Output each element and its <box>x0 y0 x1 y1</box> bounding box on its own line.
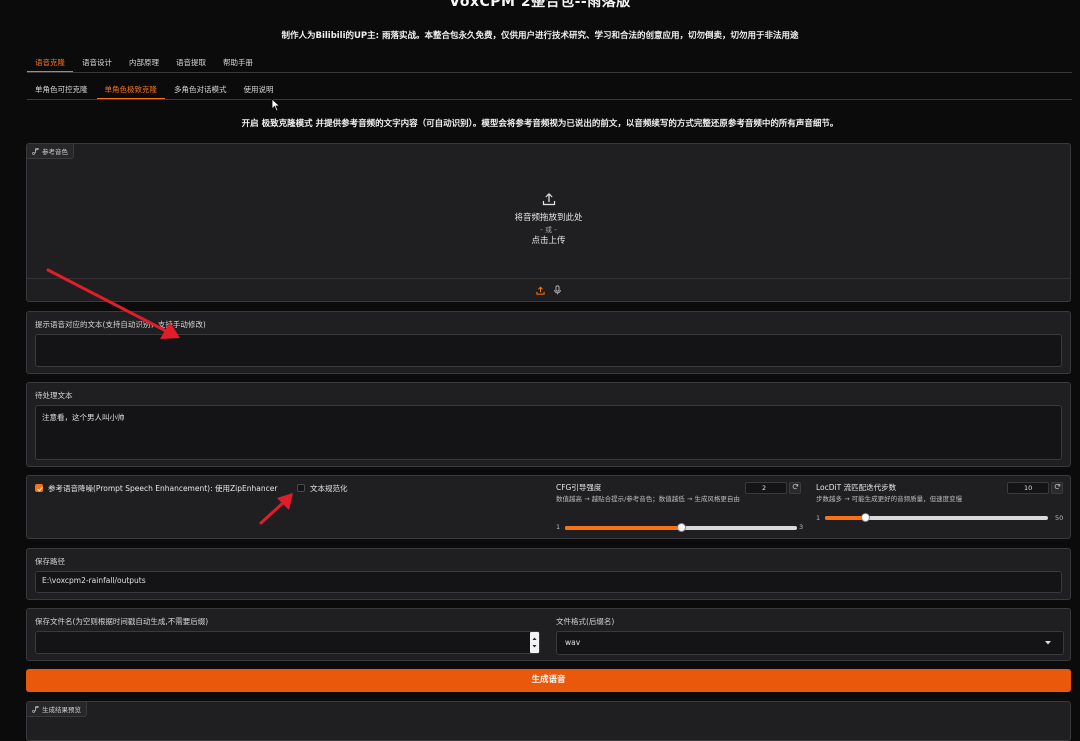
output-preview-panel: 生成结果预览 <box>26 701 1071 741</box>
cfg-min: 1 <box>556 523 561 531</box>
file-format-label: 文件格式(后缀名) <box>556 617 615 626</box>
tab-multi-role[interactable]: 多角色对话模式 <box>166 82 235 99</box>
click-upload-text: 点击上传 <box>531 236 566 246</box>
save-path-panel: 保存路径 E:\voxcpm2-rainfall/outputs <box>26 548 1071 600</box>
reference-audio-label: 参考音色 <box>27 144 74 159</box>
upload-source-icon[interactable] <box>535 286 545 295</box>
steps-slider-fill <box>825 516 866 520</box>
checkmark-icon <box>37 487 43 492</box>
target-text-input[interactable]: 注意看，这个男人叫小帅 <box>35 405 1062 460</box>
cfg-slider-thumb[interactable] <box>676 523 686 532</box>
steps-hint: 步数越多 → 可能生成更好的音频质量，但速度变慢 <box>816 495 963 503</box>
music-note-icon <box>32 705 39 713</box>
steps-title: LocDiT 流匹配迭代步数 <box>816 483 897 492</box>
cfg-reset-button[interactable] <box>789 482 801 494</box>
reference-audio-label-text: 参考音色 <box>42 148 68 156</box>
microphone-icon[interactable] <box>553 285 562 295</box>
target-text-label: 待处理文本 <box>35 391 73 400</box>
drop-text: 将音频拖放到此处 <box>514 213 583 223</box>
app-title: VoxCPM 2整合包--雨落版 <box>449 0 631 10</box>
target-text-panel: 待处理文本 注意看，这个男人叫小帅 <box>26 382 1071 467</box>
tab-ultimate-clone[interactable]: 单角色极致克隆 <box>96 82 165 99</box>
tab-voice-design[interactable]: 语音设计 <box>74 55 120 72</box>
steps-slider-thumb[interactable] <box>860 513 870 522</box>
enhance-checkbox[interactable] <box>35 484 43 492</box>
reference-audio-panel: 参考音色 将音频拖放到此处 - 或 - 点击上传 <box>26 143 1071 302</box>
steps-slider[interactable] <box>825 513 1048 522</box>
reset-icon <box>792 483 798 490</box>
save-filename-label: 保存文件名(为空则根据时间戳自动生成,不需要后缀) <box>35 617 209 626</box>
output-preview-label: 生成结果预览 <box>27 702 87 717</box>
mouse-cursor-icon <box>271 98 281 112</box>
save-filename-input[interactable] <box>35 631 540 654</box>
steps-min: 1 <box>816 514 821 522</box>
cfg-title: CFG引导强度 <box>556 483 602 492</box>
normalize-checkbox[interactable] <box>297 484 305 492</box>
sub-tabs: 单角色可控克隆 单角色极致克隆 多角色对话模式 使用说明 <box>27 82 1072 100</box>
prompt-text-panel: 提示语音对应的文本(支持自动识别，支持手动修改) <box>26 311 1071 374</box>
file-format-value: wav <box>565 638 581 647</box>
tab-voice-extract[interactable]: 语音提取 <box>168 55 214 72</box>
steps-max: 50 <box>1055 514 1064 522</box>
tab-controllable-clone[interactable]: 单角色可控克隆 <box>27 82 96 99</box>
tab-help[interactable]: 帮助手册 <box>215 55 261 72</box>
save-path-input[interactable]: E:\voxcpm2-rainfall/outputs <box>35 571 1062 593</box>
prompt-text-input[interactable] <box>35 334 1062 367</box>
tab-internals[interactable]: 内部原理 <box>121 55 167 72</box>
upload-icon <box>542 192 555 206</box>
normalize-label: 文本规范化 <box>310 484 348 493</box>
mode-description: 开启 极致克隆模式 并提供参考音频的文字内容（可自动识别）。模型会将参考音频视为… <box>241 119 839 129</box>
enhance-label: 参考语音降噪(Prompt Speech Enhancement): 使用Zip… <box>48 484 278 493</box>
tab-voice-clone[interactable]: 语音克隆 <box>27 55 73 72</box>
chevron-down-icon <box>1045 641 1051 645</box>
cfg-max: 3 <box>799 523 804 531</box>
steps-reset-button[interactable] <box>1051 482 1063 494</box>
filename-stepper[interactable] <box>530 632 539 653</box>
audio-drop-zone[interactable]: 将音频拖放到此处 - 或 - 点击上传 <box>27 160 1070 280</box>
output-preview-label-text: 生成结果预览 <box>42 706 81 714</box>
file-format-select[interactable]: wav <box>556 631 1064 655</box>
audio-source-bar <box>27 278 1070 301</box>
save-path-label: 保存路径 <box>35 557 65 566</box>
steps-number-input[interactable]: 10 <box>1007 482 1049 494</box>
stepper-arrows-icon <box>532 637 537 648</box>
prompt-text-label: 提示语音对应的文本(支持自动识别，支持手动修改) <box>35 320 206 329</box>
save-file-panel: 保存文件名(为空则根据时间戳自动生成,不需要后缀) 文件格式(后缀名) wav <box>26 608 1071 661</box>
cfg-slider[interactable] <box>565 523 797 532</box>
reset-icon <box>1054 483 1060 490</box>
app-subtitle: 制作人为Bilibili的UP主: 雨落实战。本整合包永久免费，仅供用户进行技术… <box>281 31 799 41</box>
or-text: - 或 - <box>540 226 557 234</box>
generate-button[interactable]: 生成语音 <box>26 669 1071 692</box>
tab-instructions[interactable]: 使用说明 <box>236 82 282 99</box>
cfg-slider-fill <box>565 526 681 530</box>
music-note-icon <box>32 147 39 155</box>
cfg-hint: 数值越高 → 越贴合提示/参考音色；数值越低 → 生成风格更自由 <box>556 495 740 503</box>
main-tabs: 语音克隆 语音设计 内部原理 语音提取 帮助手册 <box>27 55 1072 73</box>
cfg-number-input[interactable]: 2 <box>745 482 787 494</box>
options-panel: 参考语音降噪(Prompt Speech Enhancement): 使用Zip… <box>26 475 1071 539</box>
